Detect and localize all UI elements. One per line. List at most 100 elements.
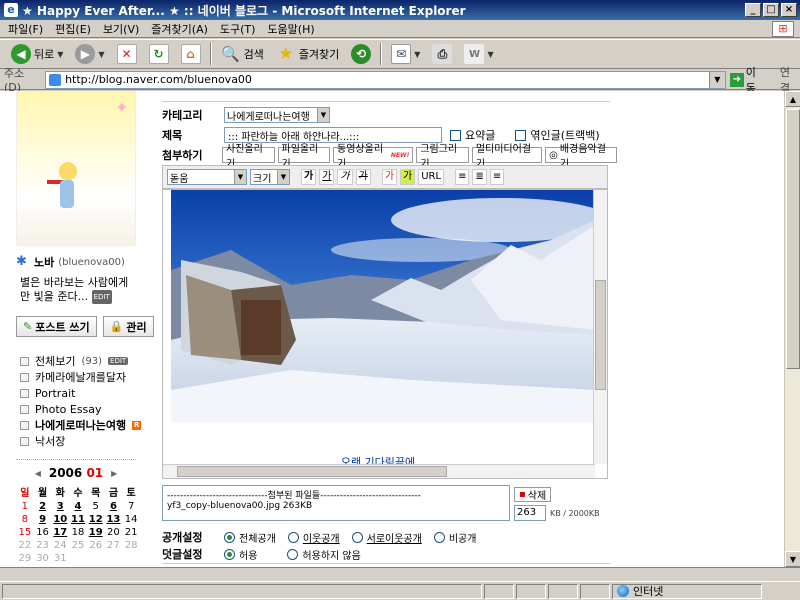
- page-vertical-scrollbar[interactable]: ▲ ▼: [784, 91, 800, 567]
- scroll-down-icon[interactable]: ▼: [785, 551, 800, 567]
- calendar-day-link[interactable]: 19: [87, 527, 105, 538]
- editor-content-area[interactable]: ...오랜 기다림끝에...: [162, 189, 608, 479]
- upload-photo-button[interactable]: 사진올리기: [222, 144, 275, 170]
- radio[interactable]: [433, 531, 445, 543]
- visibility-option-private[interactable]: 비공개: [433, 530, 476, 545]
- back-button[interactable]: ◀ 뒤로 ▼: [8, 42, 66, 66]
- forward-button[interactable]: ▶ ▼: [72, 42, 107, 66]
- category-item-active[interactable]: 나에게로떠나는여행 R: [16, 417, 156, 433]
- word-dropdown-icon[interactable]: ▼: [487, 50, 493, 59]
- category-select[interactable]: 나에게로떠나는여행 ▼: [224, 107, 330, 123]
- calendar-day-link[interactable]: 17: [51, 527, 69, 538]
- forward-dropdown-icon[interactable]: ▼: [98, 50, 104, 59]
- menu-edit[interactable]: 편집(E): [55, 21, 91, 37]
- bgm-button[interactable]: ◎배경음악걸기: [545, 144, 617, 170]
- trackback-checkbox[interactable]: [515, 129, 527, 141]
- refresh-button[interactable]: ↻: [146, 42, 172, 66]
- calendar-day-link[interactable]: 12: [87, 514, 105, 525]
- menu-view[interactable]: 보기(V): [103, 21, 139, 37]
- blog-sidebar: ✦ ✱ 노바 (bluenova00) 별은 바라보는 사람에게 만 빛을 준다…: [16, 91, 156, 567]
- mail-dropdown-icon[interactable]: ▼: [414, 50, 420, 59]
- menu-help[interactable]: 도움말(H): [267, 21, 314, 37]
- url-button[interactable]: URL: [418, 169, 445, 185]
- calendar-day-link[interactable]: 13: [105, 514, 123, 525]
- calendar-day-link[interactable]: 6: [105, 501, 123, 512]
- text-color-button[interactable]: 가: [381, 169, 398, 185]
- font-select[interactable]: 돋움 ▼: [167, 169, 247, 185]
- print-button[interactable]: ⎙: [429, 42, 455, 66]
- category-item[interactable]: 전체보기 (93) EDIT: [16, 353, 156, 369]
- menu-favorites[interactable]: 즐겨찾기(A): [151, 21, 208, 37]
- radio[interactable]: [351, 531, 363, 543]
- radio[interactable]: [287, 531, 299, 543]
- align-center-icon[interactable]: ≣: [472, 169, 487, 185]
- write-post-button[interactable]: ✎ 포스트 쓰기: [16, 316, 97, 337]
- category-edit-badge[interactable]: EDIT: [108, 357, 129, 365]
- visibility-option-public[interactable]: 전체공개: [224, 530, 276, 545]
- calendar-day-link[interactable]: 4: [69, 501, 87, 512]
- italic-button[interactable]: 가: [337, 169, 353, 185]
- prev-month-icon[interactable]: ◀: [35, 469, 41, 478]
- calendar-day-link[interactable]: 9: [34, 514, 52, 525]
- delete-file-button[interactable]: ▪ 삭제: [514, 487, 552, 502]
- calendar-day-link[interactable]: 11: [69, 514, 87, 525]
- bold-button[interactable]: 가: [301, 169, 317, 185]
- rss-icon[interactable]: R: [132, 420, 142, 430]
- align-left-icon[interactable]: ≡: [455, 169, 470, 185]
- calendar-day-link[interactable]: 2: [34, 501, 52, 512]
- category-item[interactable]: 낙서장: [16, 433, 156, 449]
- comment-option-deny[interactable]: 허용하지 않음: [287, 547, 361, 562]
- size-select[interactable]: 크기 ▼: [250, 169, 290, 185]
- back-dropdown-icon[interactable]: ▼: [57, 50, 63, 59]
- comment-row: 덧글설정 허용 허용하지 않음: [162, 546, 373, 562]
- status-bar: 인터넷: [0, 581, 800, 600]
- attached-files-list[interactable]: -------------------------------첨부된 파일들--…: [162, 485, 510, 521]
- strikethrough-button[interactable]: 가: [355, 169, 371, 185]
- search-button[interactable]: 🔍 검색: [218, 42, 267, 66]
- attach-row: 첨부하기 사진올리기 파일올리기 동영상올리기NEW! 그림그리기 멀티미디어걸…: [162, 144, 620, 170]
- comment-option-allow[interactable]: 허용: [224, 547, 257, 562]
- favorites-button[interactable]: ★ 즐겨찾기: [273, 42, 342, 66]
- editor-horizontal-scrollbar[interactable]: [163, 464, 595, 478]
- menu-tools[interactable]: 도구(T): [220, 21, 256, 37]
- attached-file-entry[interactable]: yf3_copy-bluenova00.jpg 263KB: [167, 501, 505, 511]
- calendar-day-link[interactable]: 10: [51, 514, 69, 525]
- file-size-unit: KB / 2000KB: [550, 509, 600, 518]
- scroll-thumb[interactable]: [786, 109, 800, 369]
- radio[interactable]: [287, 548, 299, 560]
- address-input[interactable]: http://blog.naver.com/bluenova00 ▼: [45, 70, 726, 89]
- category-item[interactable]: 카메라에날개를달자: [16, 369, 156, 385]
- visibility-option-neighbors[interactable]: 이웃공개: [287, 530, 340, 545]
- category-item[interactable]: Photo Essay: [16, 401, 156, 417]
- multimedia-button[interactable]: 멀티미디어걸기: [471, 144, 543, 170]
- close-button[interactable]: ×: [781, 3, 797, 17]
- upload-file-button[interactable]: 파일올리기: [277, 144, 331, 170]
- menu-file[interactable]: 파일(F): [8, 21, 43, 37]
- draw-button[interactable]: 그림그리기: [416, 144, 469, 170]
- highlight-button[interactable]: 가: [400, 169, 416, 185]
- calendar-day-link[interactable]: 3: [51, 501, 69, 512]
- underline-button[interactable]: 가: [319, 169, 335, 185]
- address-dropdown-icon[interactable]: ▼: [708, 71, 725, 88]
- stop-button[interactable]: ✕: [114, 42, 140, 66]
- profile-id: (bluenova00): [58, 256, 125, 268]
- category-item[interactable]: Portrait: [16, 385, 156, 401]
- editor-vertical-scrollbar[interactable]: [593, 190, 607, 464]
- manage-button[interactable]: 🔒 관리: [102, 316, 154, 337]
- radio-selected[interactable]: [224, 548, 235, 560]
- history-button[interactable]: ⟲: [348, 42, 374, 66]
- minimize-button[interactable]: _: [745, 3, 761, 17]
- category-label: Photo Essay: [35, 402, 102, 416]
- maximize-button[interactable]: □: [763, 3, 779, 17]
- visibility-option-mutual[interactable]: 서로이웃공개: [351, 530, 422, 545]
- align-right-icon[interactable]: ≡: [489, 169, 505, 185]
- radio-selected[interactable]: [224, 531, 235, 543]
- word-button[interactable]: W ▼: [461, 42, 496, 66]
- home-button[interactable]: ⌂: [178, 42, 204, 66]
- mail-button[interactable]: ✉ ▼: [388, 42, 423, 66]
- summary-checkbox[interactable]: [450, 129, 461, 141]
- scroll-up-icon[interactable]: ▲: [785, 91, 800, 107]
- upload-video-button[interactable]: 동영상올리기NEW!: [333, 144, 414, 170]
- next-month-icon[interactable]: ▶: [111, 469, 117, 478]
- profile-edit-badge[interactable]: EDIT: [91, 290, 112, 304]
